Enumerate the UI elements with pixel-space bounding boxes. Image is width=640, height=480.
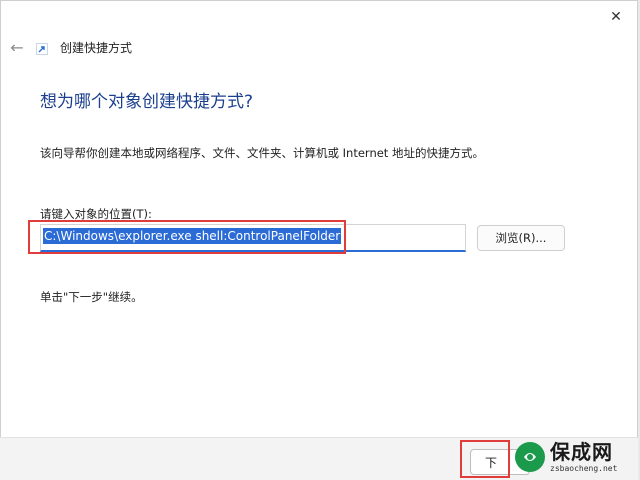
watermark-url: zsbaocheng.net: [550, 463, 618, 473]
continue-hint: 单击"下一步"继续。: [40, 290, 143, 304]
location-input[interactable]: C:\Windows\explorer.exe shell:ControlPan…: [40, 224, 466, 252]
page-heading: 想为哪个对象创建快捷方式?: [40, 92, 254, 112]
close-button[interactable]: ✕: [601, 5, 631, 29]
watermark-text: 保成网: [550, 439, 613, 464]
shortcut-icon: [36, 43, 48, 55]
watermark: 保成网 zsbaocheng.net: [515, 436, 638, 478]
location-label: 请键入对象的位置(T):: [40, 207, 152, 221]
wizard-description: 该向导帮你创建本地或网络程序、文件、文件夹、计算机或 Internet 地址的快…: [40, 146, 484, 160]
browse-button[interactable]: 浏览(R)...: [477, 225, 565, 251]
create-shortcut-window: ✕ ← 创建快捷方式 想为哪个对象创建快捷方式? 该向导帮你创建本地或网络程序、…: [0, 0, 638, 479]
back-button[interactable]: ←: [7, 37, 27, 57]
watermark-logo-icon: [515, 442, 545, 472]
close-icon: ✕: [610, 9, 622, 25]
location-input-selected-text: C:\Windows\explorer.exe shell:ControlPan…: [43, 228, 342, 244]
next-button-label: 下: [485, 455, 498, 470]
window-title: 创建快捷方式: [60, 41, 133, 55]
back-arrow-icon: ←: [10, 37, 24, 57]
